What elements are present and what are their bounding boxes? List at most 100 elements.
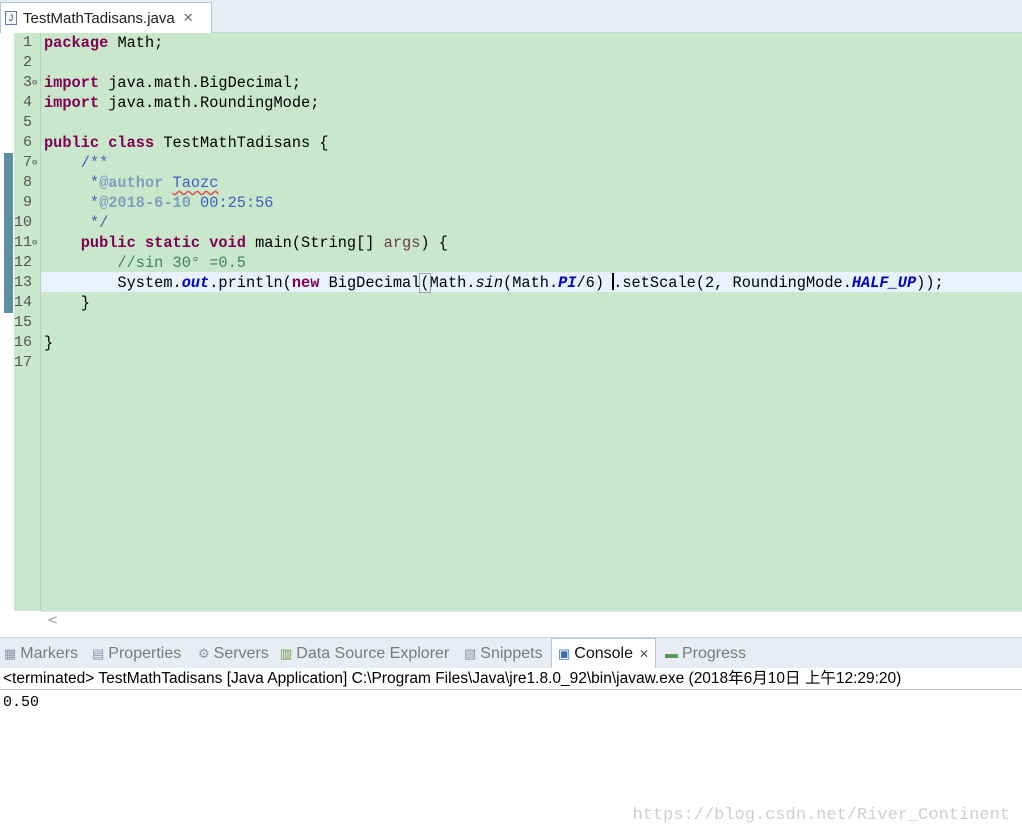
close-icon[interactable]: ✕ xyxy=(183,11,194,26)
code-line[interactable]: 3 ⊖ import java.math.BigDecimal; xyxy=(0,73,1022,93)
console-status-line: <terminated> TestMathTadisans [Java Appl… xyxy=(0,668,1022,690)
code-line[interactable]: 1 package Math; xyxy=(0,33,1022,53)
properties-icon: ▤ xyxy=(92,645,105,661)
tab-markers[interactable]: ▦ Markers xyxy=(4,638,78,669)
code-line[interactable]: 10 */ xyxy=(0,213,1022,233)
code-line[interactable]: 2 xyxy=(0,53,1022,73)
tab-label: Servers xyxy=(213,644,269,662)
markers-icon: ▦ xyxy=(4,645,17,661)
static-field: PI xyxy=(558,274,577,292)
tab-progress[interactable]: ▬ Progress xyxy=(665,638,746,669)
code-text: } xyxy=(44,294,90,312)
matching-bracket: ( xyxy=(419,273,431,293)
line-comment: //sin 30° =0.5 xyxy=(44,254,246,272)
code-line[interactable]: 17 xyxy=(0,353,1022,373)
javadoc-author-name: Taozc xyxy=(172,174,219,192)
line-number: 13 xyxy=(14,274,33,291)
code-line[interactable]: 12 //sin 30° =0.5 xyxy=(0,253,1022,273)
code-text: } xyxy=(44,334,54,352)
keyword: public class xyxy=(44,134,155,152)
keyword: package xyxy=(44,34,109,52)
javadoc-text: */ xyxy=(44,214,109,232)
code-line[interactable]: 11 ⊖ public static void main(String[] ar… xyxy=(0,233,1022,253)
scroll-left-icon[interactable]: < xyxy=(47,613,58,628)
line-number: 10 xyxy=(14,214,33,231)
keyword: new xyxy=(291,274,320,292)
code-line[interactable]: 8 *@author Taozc xyxy=(0,173,1022,193)
code-line[interactable]: 6 public class TestMathTadisans { xyxy=(0,133,1022,153)
editor-tab-bar: J TestMathTadisans.java ✕ xyxy=(0,0,1022,33)
code-text: TestMathTadisans { xyxy=(154,134,329,152)
keyword: import xyxy=(44,94,100,112)
watermark: https://blog.csdn.net/River_Continent xyxy=(632,806,1010,825)
line-number: 16 xyxy=(14,334,33,351)
fold-collapse-icon[interactable]: ⊖ xyxy=(32,233,41,253)
javadoc-text: 00:25:56 xyxy=(190,194,274,212)
snippets-icon: ▧ xyxy=(464,645,477,661)
console-output-text: 0.50 xyxy=(3,694,40,711)
code-text: ) { xyxy=(420,234,448,252)
javadoc-text: * xyxy=(44,194,100,212)
code-text: BigDecimal xyxy=(319,274,421,292)
line-number: 11 xyxy=(14,234,33,251)
tab-data-source-explorer[interactable]: ▥ Data Source Explorer xyxy=(280,638,449,669)
code-text: .setScale(2, RoundingMode. xyxy=(613,274,852,292)
java-file-icon: J xyxy=(5,11,17,25)
code-line[interactable]: 16 } xyxy=(0,333,1022,353)
line-number: 4 xyxy=(22,94,32,111)
line-number: 3 xyxy=(22,74,32,91)
static-field: out xyxy=(181,274,210,292)
keyword: import xyxy=(44,74,100,92)
editor-tab-label: TestMathTadisans.java xyxy=(23,9,175,27)
line-number: 6 xyxy=(22,134,32,151)
tab-label: Progress xyxy=(682,644,747,662)
tab-label: Markers xyxy=(20,644,79,662)
console-output-area[interactable]: 0.50 https://blog.csdn.net/River_Contine… xyxy=(0,690,1022,833)
line-number: 8 xyxy=(22,174,32,191)
code-text: System. xyxy=(44,274,182,292)
javadoc-text xyxy=(163,174,172,192)
fold-collapse-icon[interactable]: ⊖ xyxy=(32,153,41,173)
console-icon: ▣ xyxy=(558,646,571,661)
close-icon[interactable]: ✕ xyxy=(639,647,649,661)
static-field: HALF_UP xyxy=(851,274,917,292)
code-text: Math; xyxy=(108,34,164,52)
data-source-icon: ▥ xyxy=(280,645,293,661)
line-number: 9 xyxy=(22,194,32,211)
static-method: sin xyxy=(475,274,504,292)
editor-tab-testmathtadisans[interactable]: J TestMathTadisans.java ✕ xyxy=(0,2,212,33)
progress-icon: ▬ xyxy=(665,646,678,661)
line-number: 15 xyxy=(14,314,33,331)
code-text: /6) xyxy=(576,274,614,292)
tab-snippets[interactable]: ▧ Snippets xyxy=(464,638,543,669)
code-line[interactable]: 4 import java.math.RoundingMode; xyxy=(0,93,1022,113)
tab-servers[interactable]: ⚙ Servers xyxy=(198,638,269,669)
code-text: java.math.RoundingMode; xyxy=(99,94,320,112)
code-line[interactable]: 7 ⊖ /** xyxy=(0,153,1022,173)
line-number: 5 xyxy=(22,114,32,131)
line-number: 7 xyxy=(22,154,32,171)
horizontal-scrollbar[interactable]: < xyxy=(41,611,1022,632)
code-line[interactable]: 5 xyxy=(0,113,1022,133)
code-text: Math. xyxy=(429,274,476,292)
code-text: (Math. xyxy=(503,274,559,292)
code-line[interactable]: 15 xyxy=(0,313,1022,333)
code-text: )); xyxy=(916,274,944,292)
tab-properties[interactable]: ▤ Properties xyxy=(92,638,181,669)
code-line[interactable]: 14 } xyxy=(0,293,1022,313)
tab-console[interactable]: ▣ Console ✕ xyxy=(551,638,657,669)
servers-icon: ⚙ xyxy=(198,645,210,661)
fold-collapse-icon[interactable]: ⊖ xyxy=(32,73,41,93)
code-editor[interactable]: 1 package Math; 2 3 ⊖ import java.math.B… xyxy=(0,33,1022,632)
parameter-name: args xyxy=(383,234,421,252)
bottom-panel-tab-bar: ▦ Markers ▤ Properties ⚙ Servers ▥ Data Sour… xyxy=(0,637,1022,669)
code-line[interactable]: 9 *@2018-6-10 00:25:56 xyxy=(0,193,1022,213)
tab-label: Data Source Explorer xyxy=(296,644,450,662)
javadoc-tag: @2018-6-10 xyxy=(99,194,191,212)
line-number: 12 xyxy=(14,254,33,271)
code-line-current[interactable]: 13 System.out.println(new BigDecimal(Mat… xyxy=(0,273,1022,293)
tab-label: Properties xyxy=(108,644,182,662)
tab-label: Console xyxy=(574,645,633,662)
javadoc-text: * xyxy=(44,174,100,192)
javadoc-tag: @author xyxy=(99,174,164,192)
